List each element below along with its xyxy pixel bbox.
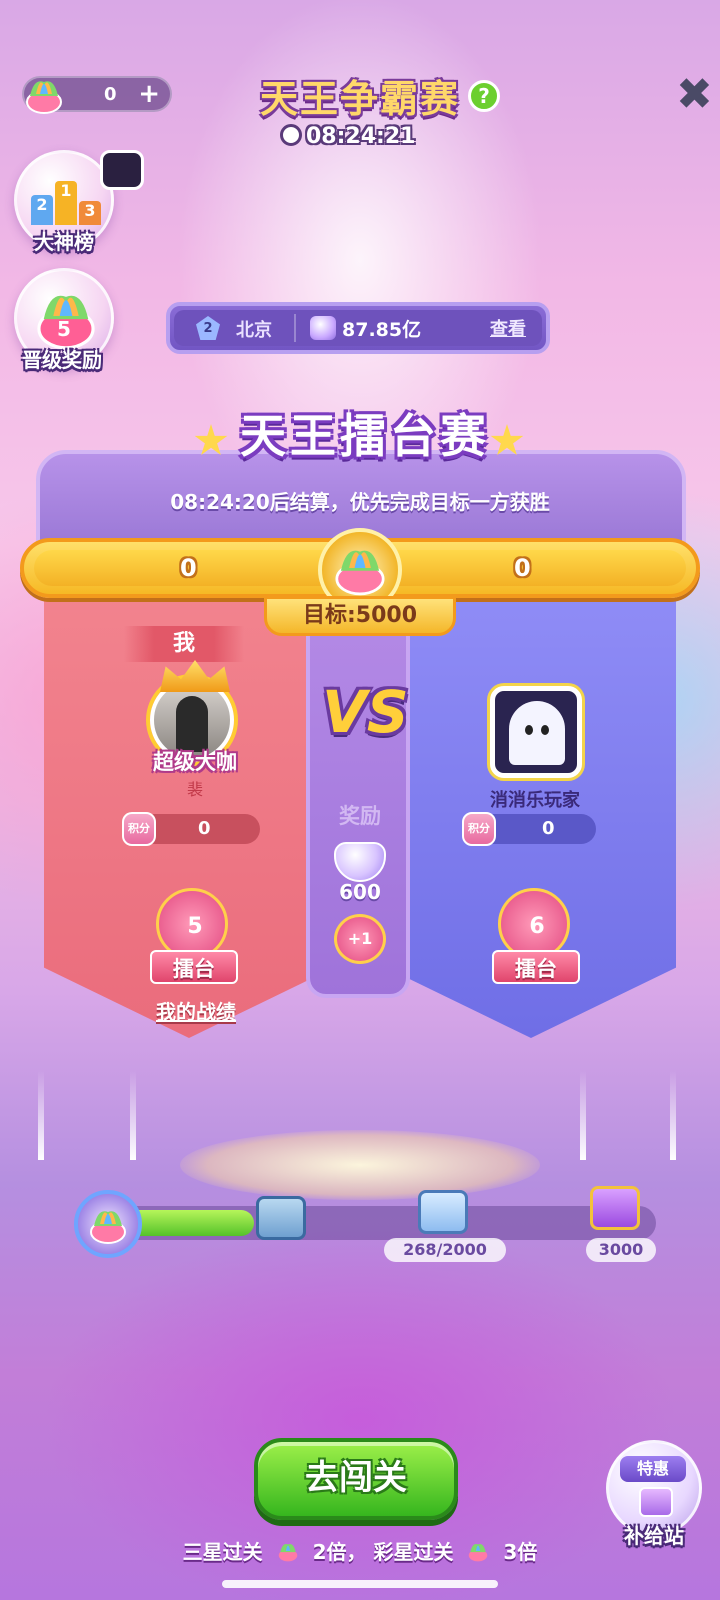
ghost-icon: [509, 701, 565, 765]
lotus-icon: [90, 1211, 126, 1244]
countdown-value: 08:24:21: [306, 124, 416, 149]
clock-icon: [280, 124, 302, 146]
reward-plus-one: +1: [334, 914, 386, 964]
settle-text: 08:24:20后结算，优先完成目标一方获胜: [170, 490, 550, 514]
vs-label: VS: [322, 678, 409, 746]
bonus-rule: 三星过关 2倍， 彩星过关 3倍: [150, 1536, 570, 1565]
firework-spark: [130, 1070, 136, 1160]
my-record-link[interactable]: 我的战绩: [146, 996, 246, 1025]
ghost-eye: [541, 725, 549, 735]
rule-part-2: 彩星过关: [373, 1540, 454, 1564]
opponent-score: 0: [514, 554, 531, 582]
firework-spark: [38, 1070, 44, 1160]
rule-mult-2: 3倍: [503, 1540, 538, 1564]
opponent-avatar[interactable]: [490, 686, 582, 778]
lotus-icon: [335, 550, 385, 596]
supply-tag: 特惠: [620, 1456, 686, 1482]
lotus-icon: [469, 1544, 488, 1562]
region-divider: [294, 314, 296, 342]
levelup-count: 5: [57, 317, 71, 341]
opponent-arena-count: 6: [529, 914, 545, 939]
target-label: 目标:5000: [264, 596, 456, 636]
heart-gem-icon: [310, 316, 336, 340]
currency-counter[interactable]: 0 +: [22, 76, 172, 114]
arena-title: 天王擂台赛: [240, 409, 490, 463]
stage: [180, 1130, 540, 1200]
podium-icon-1: 1: [55, 181, 77, 225]
home-indicator[interactable]: [222, 1580, 498, 1588]
final-chest-label: 3000: [586, 1238, 656, 1262]
region-city: 北京: [236, 320, 272, 341]
lotus-icon: [278, 1544, 297, 1562]
me-label: 我: [124, 626, 244, 662]
page-title: 天王争霸赛: [259, 77, 460, 121]
points-icon: 积分: [122, 812, 156, 846]
chest-icon[interactable]: [256, 1196, 306, 1240]
supply-label: 补给站: [624, 1524, 684, 1548]
my-arena-count: 5: [187, 914, 203, 939]
reward-gems: 600: [339, 880, 381, 904]
region-bar: 2 北京 87.85亿 查看: [166, 302, 550, 354]
chest-progress-label: 268/2000: [384, 1238, 506, 1262]
progress-lotus-icon: [74, 1190, 142, 1258]
points-icon: 积分: [462, 812, 496, 846]
add-currency-button[interactable]: +: [138, 79, 160, 109]
view-link[interactable]: 查看: [490, 315, 526, 341]
my-points: 0: [198, 818, 211, 839]
firework-spark: [670, 1070, 676, 1160]
opponent-arena-ribbon: 擂台: [492, 950, 580, 984]
currency-value: 0: [104, 84, 117, 105]
help-icon[interactable]: ?: [468, 80, 500, 112]
chest-icon[interactable]: [590, 1186, 640, 1230]
go-play-button[interactable]: 去闯关: [254, 1438, 458, 1520]
opponent-points: 0: [542, 818, 555, 839]
leaderboard-thumbnail: [100, 150, 144, 190]
gift-icon: [639, 1487, 673, 1517]
my-name: 裴: [186, 780, 203, 799]
lotus-icon: [26, 81, 62, 114]
my-arena-ribbon: 擂台: [150, 950, 238, 984]
region-amount: 87.85亿: [342, 319, 422, 341]
reward-label: 奖励: [339, 804, 381, 828]
avatar-figure: [176, 696, 208, 752]
levelup-label: 晋级奖励: [22, 348, 102, 372]
title-badge: 超级大咖: [153, 750, 237, 774]
podium-icon-3: 3: [79, 201, 101, 225]
opponent-name: 消消乐玩家: [490, 790, 580, 811]
rule-mult-1: 2倍，: [312, 1540, 367, 1564]
ghost-eye: [525, 725, 533, 735]
firework-spark: [580, 1070, 586, 1160]
countdown-timer: 08:24:21: [280, 124, 440, 149]
my-score: 0: [180, 554, 197, 582]
podium-icon-2: 2: [31, 195, 53, 225]
leaderboard-label: 大神榜: [34, 230, 94, 254]
rule-part-1: 三星过关: [182, 1540, 263, 1564]
chest-icon[interactable]: [418, 1190, 468, 1234]
close-icon[interactable]: ✖: [676, 73, 713, 117]
